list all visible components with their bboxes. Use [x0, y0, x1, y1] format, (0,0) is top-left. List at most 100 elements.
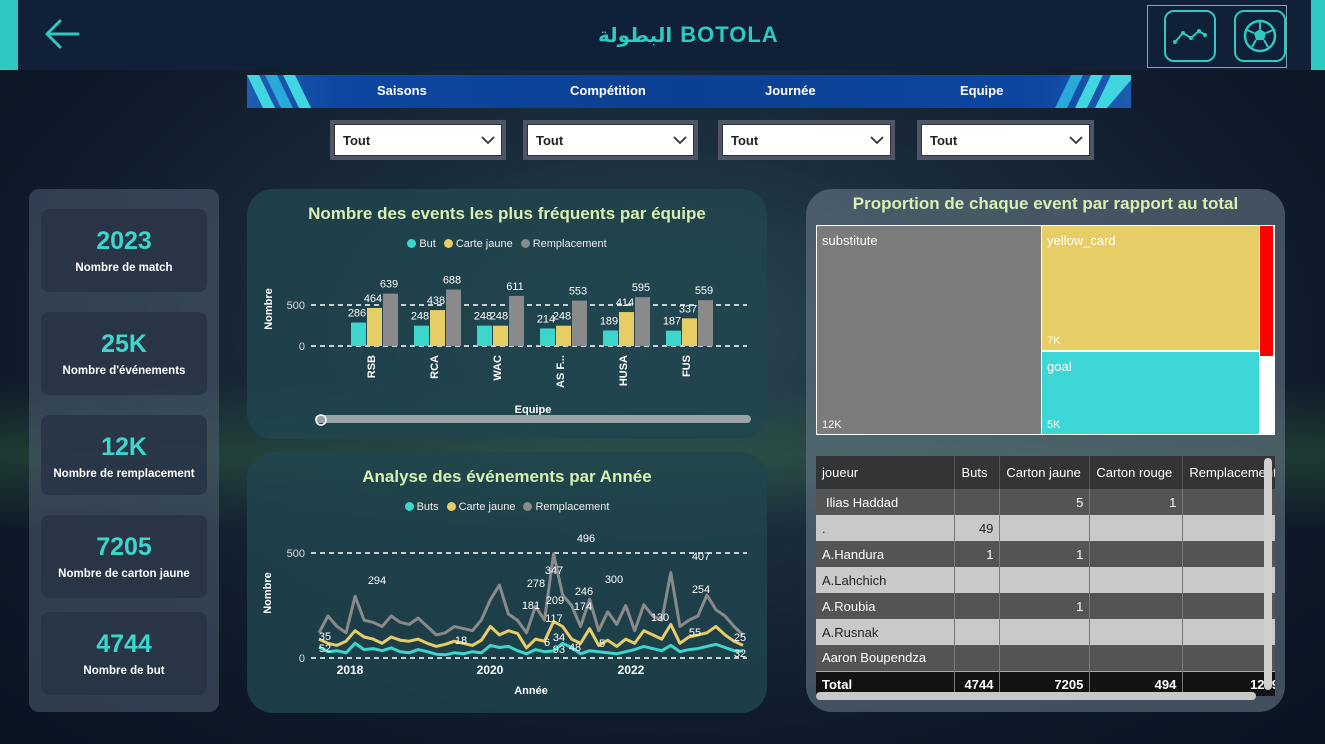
- journee-dropdown-value: Tout: [731, 132, 759, 148]
- treemap-block-goal[interactable]: goal 5K: [1042, 352, 1259, 434]
- x-tick-2022: 2022: [618, 663, 645, 677]
- bar-remplacement[interactable]: [698, 300, 713, 346]
- line-data-label: 93: [553, 644, 565, 656]
- treemap-block-yellow-card[interactable]: yellow_card 7K: [1042, 226, 1259, 350]
- column-header-buts[interactable]: Buts: [954, 456, 1001, 489]
- cell-carton-rouge: [1089, 515, 1184, 541]
- line-data-label: 55: [689, 627, 701, 639]
- line-data-label: 35: [319, 631, 331, 643]
- bar-remplacement[interactable]: [446, 289, 461, 346]
- cell-joueur: .: [816, 515, 956, 541]
- cell-remplacement: [1182, 645, 1275, 671]
- y-tick-0: 0: [299, 341, 305, 353]
- bar-carte-jaune[interactable]: [556, 325, 571, 346]
- treemap-block-substitute[interactable]: substitute 12K: [817, 226, 1041, 434]
- equipe-dropdown-value: Tout: [930, 132, 958, 148]
- table-row[interactable]: A.Roubia 1: [816, 593, 1275, 619]
- table-row[interactable]: A.Lahchich: [816, 567, 1275, 593]
- accent-edge-right: [1311, 0, 1325, 70]
- line-data-label: 18: [455, 635, 467, 647]
- line-data-label: 496: [577, 533, 595, 545]
- cell-remplacement: [1182, 489, 1275, 515]
- table-header-row: joueur Buts Carton jaune Carton rouge Re…: [816, 456, 1275, 489]
- bar-data-label: 248: [553, 311, 571, 323]
- cell-carton-jaune: [999, 567, 1091, 593]
- treemap-block-red-card[interactable]: [1260, 226, 1273, 356]
- treemap-title: Proportion de chaque event par rapport a…: [852, 194, 1239, 213]
- cell-remplacement: [1182, 619, 1275, 645]
- event-treemap: substitute 12K yellow_card 7K goal 5K: [816, 225, 1275, 435]
- saisons-dropdown-value: Tout: [343, 132, 371, 148]
- bar-carte-jaune[interactable]: [430, 310, 445, 346]
- bar-chart-scrollbar[interactable]: [315, 415, 751, 423]
- cell-buts: 1: [954, 541, 1001, 567]
- treemap-label: goal: [1047, 359, 1072, 374]
- treemap-label: yellow_card: [1047, 233, 1116, 248]
- bar-remplacement[interactable]: [635, 297, 650, 346]
- bar-but[interactable]: [477, 325, 492, 346]
- line-data-label: 174: [574, 601, 592, 613]
- cell-buts: [954, 567, 1001, 593]
- x-tick-label: AS F...: [555, 355, 567, 388]
- kpi-card-matches: 2023 Nombre de match: [41, 209, 207, 292]
- line-chart-plot: Nombre Année 500 0 2018 2020 2022 3552 29…: [262, 533, 747, 697]
- table-row[interactable]: A.Handura 1 1: [816, 541, 1275, 567]
- column-header-remplacement[interactable]: Remplacement: [1182, 456, 1275, 489]
- table-row[interactable]: A.Rusnak: [816, 619, 1275, 645]
- table-vertical-scrollbar[interactable]: [1264, 458, 1272, 690]
- column-header-carton-jaune[interactable]: Carton jaune: [999, 456, 1091, 489]
- cell-joueur: Ilias Haddad: [816, 489, 956, 515]
- table-row[interactable]: Ilias Haddad 5 1: [816, 489, 1275, 515]
- bar-carte-jaune[interactable]: [493, 325, 508, 346]
- journee-dropdown[interactable]: Tout: [718, 120, 895, 160]
- line-data-label: 181: [522, 600, 540, 612]
- bar-data-label: 639: [380, 279, 398, 291]
- y-axis-label: Nombre: [263, 288, 275, 330]
- bar-data-label: 559: [695, 285, 713, 297]
- line-data-label: 209: [546, 595, 564, 607]
- equipe-dropdown[interactable]: Tout: [917, 120, 1094, 160]
- line-data-label: 48: [569, 642, 581, 654]
- bar-data-label: 464: [364, 293, 382, 305]
- bar-data-label: 688: [443, 275, 461, 287]
- line-data-label: 52: [319, 643, 331, 655]
- bar-but[interactable]: [351, 322, 366, 346]
- bar-but[interactable]: [603, 330, 618, 346]
- saisons-dropdown[interactable]: Tout: [330, 120, 506, 160]
- nav-button-group: [1147, 5, 1287, 68]
- bar-carte-jaune[interactable]: [367, 307, 382, 346]
- cell-joueur: A.Handura: [816, 541, 956, 567]
- bar-data-label: 187: [663, 316, 681, 328]
- bar-data-label: 438: [427, 295, 445, 307]
- cell-carton-jaune: [999, 515, 1091, 541]
- bar-data-label: 248: [411, 311, 429, 323]
- y-tick-500: 500: [287, 548, 305, 560]
- football-button[interactable]: [1234, 10, 1286, 62]
- bar-remplacement[interactable]: [509, 295, 524, 346]
- chevron-down-icon: [870, 135, 884, 144]
- bar-but[interactable]: [414, 325, 429, 346]
- bar-chart-plot: Nombre Equipe 500 0 286 464 639 RSB 248 438 68…: [263, 275, 751, 426]
- cell-carton-rouge: [1089, 645, 1184, 671]
- bar-data-label: 611: [506, 281, 524, 293]
- line-series-remplacement[interactable]: [317, 552, 745, 637]
- x-tick-label: RSB: [366, 355, 378, 378]
- table-horizontal-scrollbar[interactable]: [816, 692, 1256, 700]
- cell-carton-rouge: [1089, 593, 1184, 619]
- table-row[interactable]: Aaron Boupendza: [816, 645, 1275, 671]
- bar-remplacement[interactable]: [383, 293, 398, 346]
- kpi-value: 4744: [96, 630, 152, 658]
- column-header-carton-rouge[interactable]: Carton rouge: [1089, 456, 1184, 489]
- bar-but[interactable]: [666, 330, 681, 346]
- trend-chart-button[interactable]: [1164, 10, 1216, 62]
- cell-remplacement: [1182, 515, 1275, 541]
- table-row[interactable]: . 49: [816, 515, 1275, 541]
- bar-carte-jaune[interactable]: [682, 318, 697, 346]
- back-arrow-icon[interactable]: [42, 14, 82, 54]
- column-header-joueur[interactable]: joueur: [816, 456, 956, 489]
- bar-but[interactable]: [540, 328, 555, 346]
- bar-data-label: 189: [600, 316, 618, 328]
- bar-carte-jaune[interactable]: [619, 312, 634, 346]
- bar-remplacement[interactable]: [572, 300, 587, 346]
- competition-dropdown[interactable]: Tout: [523, 120, 698, 160]
